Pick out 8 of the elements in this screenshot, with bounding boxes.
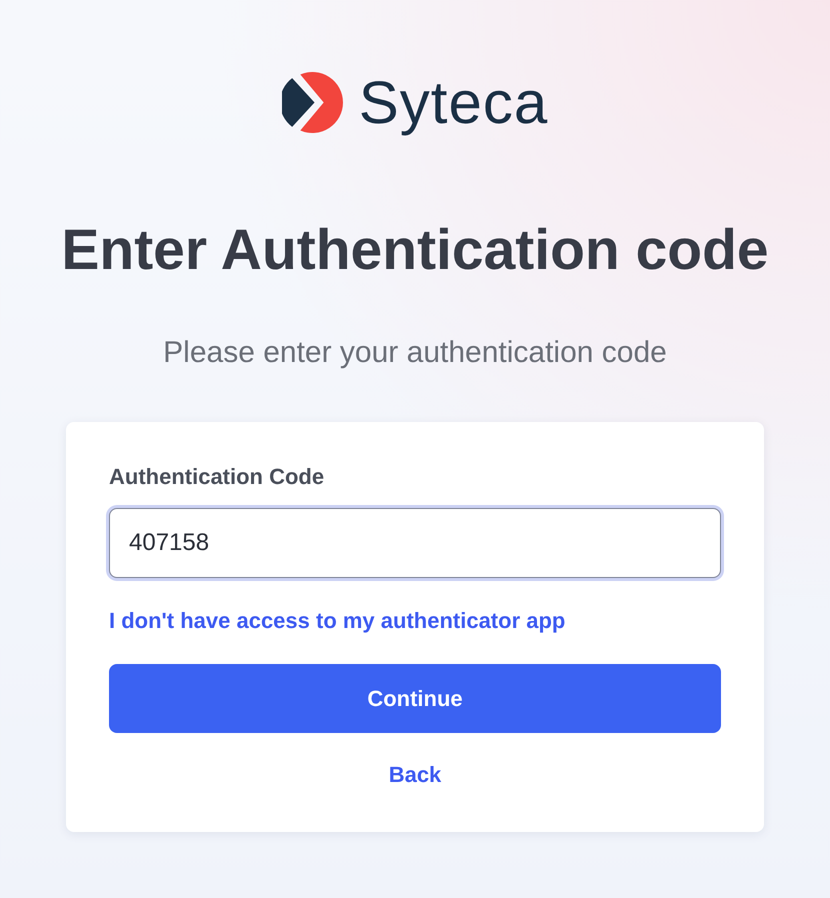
field-label: Authentication Code	[109, 463, 324, 491]
code-input-field[interactable]: 407158	[109, 508, 721, 578]
page-subtitle: Please enter your authentication code	[163, 335, 667, 371]
logo-icon	[282, 72, 343, 133]
back-link[interactable]: Back	[388, 760, 442, 790]
no-access-link[interactable]: I don't have access to my authenticator app	[109, 606, 566, 636]
page-title: Enter Authentication code	[61, 217, 769, 284]
continue-button[interactable]: Continue	[109, 664, 721, 733]
